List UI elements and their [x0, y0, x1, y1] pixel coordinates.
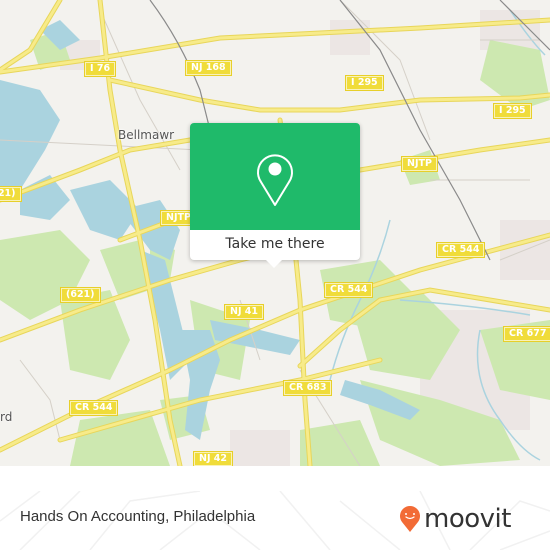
map-pin-icon	[257, 154, 293, 206]
road-shield-i76: I 76	[83, 61, 117, 77]
place-label-edge: rd	[0, 410, 13, 424]
popup-pointer	[266, 260, 282, 268]
moovit-logo[interactable]: moovit	[399, 501, 511, 537]
road-shield-i295: I 295	[345, 75, 384, 91]
road-shield-621: (621)	[60, 287, 101, 303]
road-shield-njtp: NJTP	[401, 156, 438, 172]
footer-bar: Hands On Accounting, Philadelphia moovit	[0, 491, 550, 550]
road-shield-cr544: CR 544	[435, 242, 486, 258]
location-popup[interactable]: Take me there	[190, 123, 360, 268]
road-shield-i295: I 295	[493, 103, 532, 119]
take-me-there-button[interactable]: Take me there	[190, 230, 360, 260]
road-shield-nj168: NJ 168	[185, 60, 232, 76]
moovit-logo-text: moovit	[424, 504, 511, 534]
road-shield-nj41: NJ 41	[223, 304, 265, 320]
road-shield-cr544: CR 544	[68, 400, 119, 416]
moovit-pin-icon	[400, 506, 420, 532]
road-shield-cr544: CR 544	[323, 282, 374, 298]
place-name: Hands On Accounting, Philadelphia	[20, 508, 256, 525]
road-shield-cr683: CR 683	[282, 380, 333, 396]
road-shield-nj42: NJ 42	[192, 451, 234, 466]
popup-header[interactable]	[190, 123, 360, 230]
map-view[interactable]: Bellmawr rd I 76 NJ 168 I 295 I 295 NJTP…	[0, 0, 550, 466]
road-shield-621: (621)	[0, 186, 22, 202]
road-shield-cr677: CR 677	[502, 326, 550, 342]
place-label-bellmawr: Bellmawr	[118, 128, 175, 142]
